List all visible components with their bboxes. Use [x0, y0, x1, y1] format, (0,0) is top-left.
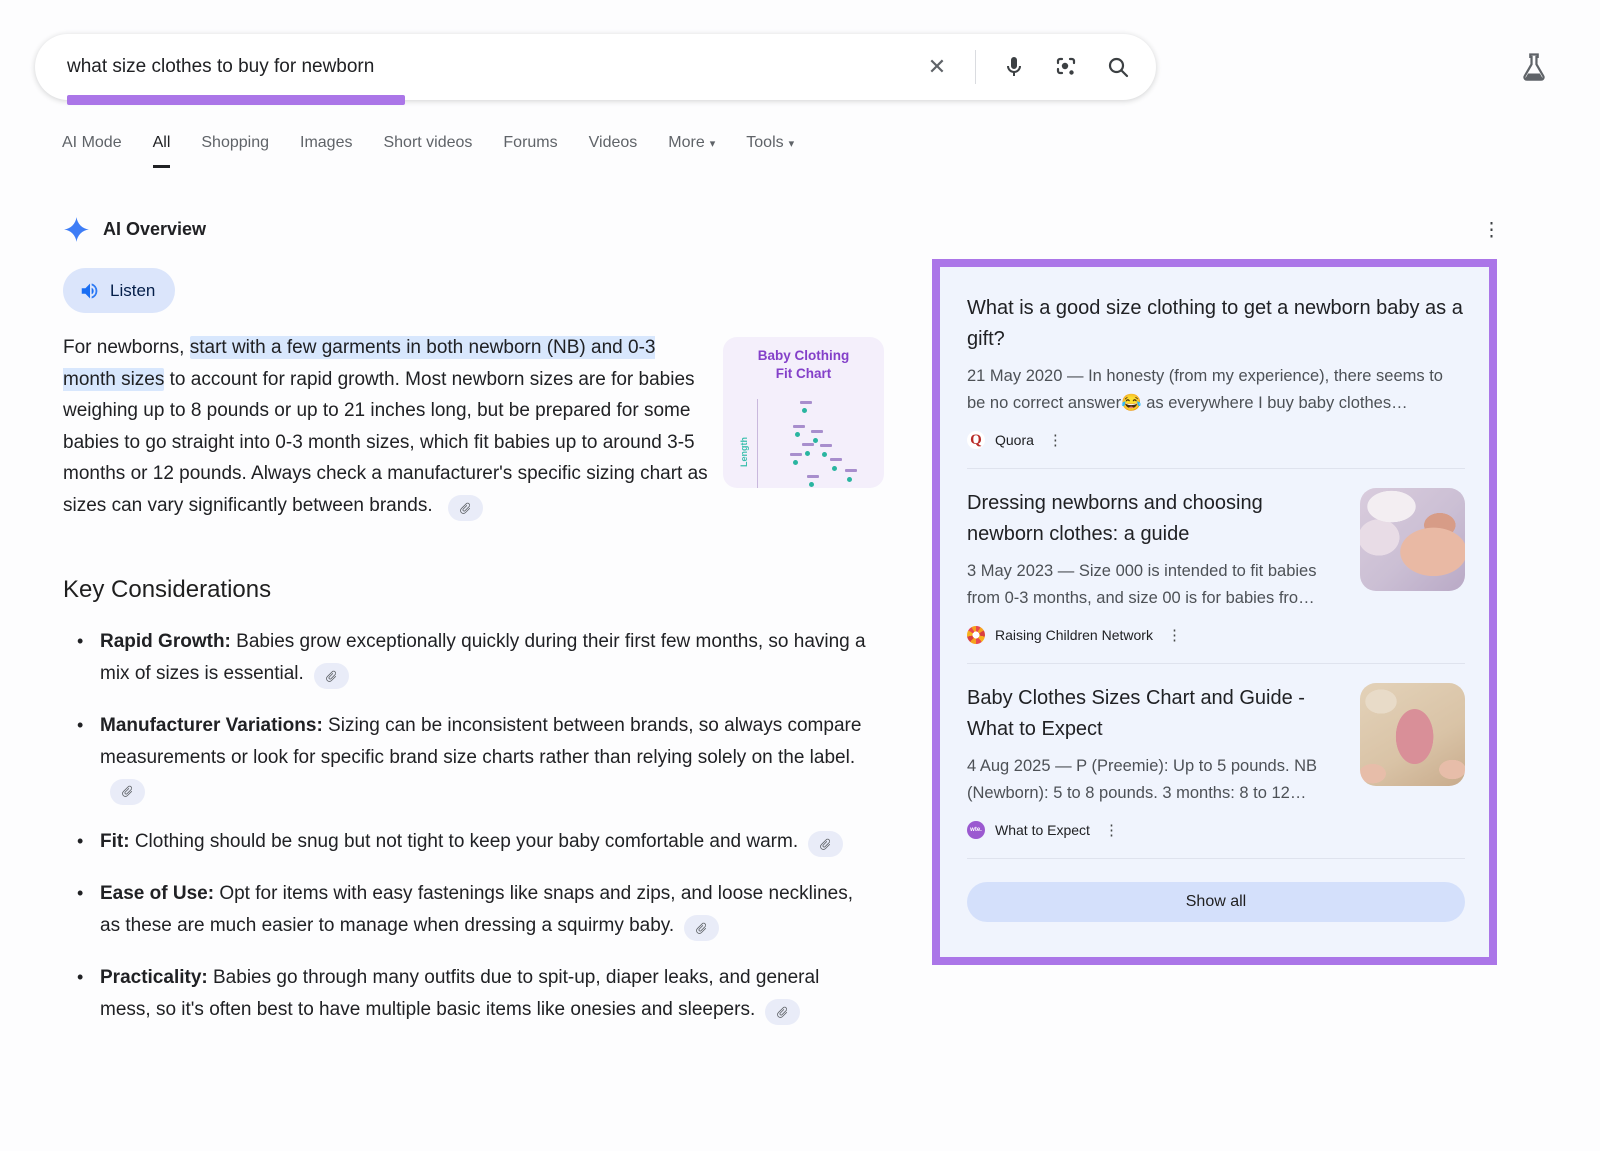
listen-label: Listen [110, 281, 155, 301]
source-card-title[interactable]: Dressing newborns and choosing newborn c… [967, 488, 1342, 550]
quora-favicon: Q [967, 431, 985, 449]
search-submit-button[interactable] [1104, 53, 1132, 81]
tab-short-videos[interactable]: Short videos [383, 134, 472, 165]
source-card-raising-children: Dressing newborns and choosing newborn c… [967, 488, 1465, 644]
fit-chart-y-label: Length [739, 437, 749, 467]
article-thumbnail[interactable] [1360, 488, 1465, 591]
search-input[interactable] [67, 56, 923, 78]
tab-ai-mode[interactable]: AI Mode [62, 134, 122, 165]
flask-icon [1519, 52, 1549, 84]
chevron-down-icon: ▾ [710, 137, 716, 150]
citation-chip[interactable] [314, 663, 349, 689]
source-card-snippet: 4 Aug 2025 — P (Preemie): Up to 5 pounds… [967, 753, 1342, 806]
source-card-what-to-expect: Baby Clothes Sizes Chart and Guide - Wha… [967, 683, 1465, 839]
ai-overview-paragraph: For newborns, start with a few garments … [63, 332, 713, 521]
citation-chip[interactable] [448, 495, 483, 521]
card-divider [967, 468, 1465, 469]
list-item-rapid-growth: •Rapid Growth: Babies grow exceptionally… [63, 626, 873, 689]
source-name: Quora [995, 432, 1034, 448]
results-tab-bar: AI Mode All Shopping Images Short videos… [62, 134, 794, 168]
source-menu-button[interactable]: ⋮ [1163, 628, 1186, 643]
fit-chart-plot: Length [757, 395, 876, 488]
list-item-practicality: •Practicality: Babies go through many ou… [63, 962, 873, 1025]
source-menu-button[interactable]: ⋮ [1044, 433, 1067, 448]
query-annotation-underline [67, 95, 405, 105]
paperclip-icon [322, 667, 340, 685]
card-divider [967, 663, 1465, 664]
paperclip-icon [692, 919, 710, 937]
paperclip-icon [774, 1003, 792, 1021]
ai-sparkle-icon [63, 216, 90, 243]
source-menu-button[interactable]: ⋮ [1100, 823, 1123, 838]
raising-children-favicon [967, 626, 985, 644]
tab-all[interactable]: All [153, 134, 171, 168]
citation-chip[interactable] [765, 999, 800, 1025]
lens-search-button[interactable] [1052, 53, 1080, 81]
bullet-icon: • [77, 878, 83, 910]
list-item-fit: •Fit: Clothing should be snug but not ti… [63, 826, 873, 858]
ai-overview-header: AI Overview [63, 216, 206, 243]
bullet-icon: • [77, 826, 83, 858]
clear-search-button[interactable]: ✕ [923, 53, 951, 81]
search-icon [1106, 55, 1130, 79]
article-thumbnail[interactable] [1360, 683, 1465, 786]
source-name: What to Expect [995, 822, 1090, 838]
ai-overview-title: AI Overview [103, 219, 206, 240]
source-card-quora: What is a good size clothing to get a ne… [967, 293, 1465, 449]
key-considerations-list: •Rapid Growth: Babies grow exceptionally… [63, 626, 873, 1046]
voice-search-button[interactable] [1000, 53, 1028, 81]
tab-shopping[interactable]: Shopping [201, 134, 269, 165]
bullet-icon: • [77, 626, 83, 658]
ai-overview-menu-button[interactable]: ⋮ [1474, 218, 1509, 245]
microphone-icon [1002, 55, 1026, 79]
speaker-icon [79, 280, 101, 302]
citation-chip[interactable] [684, 915, 719, 941]
close-icon: ✕ [928, 56, 946, 78]
bullet-icon: • [77, 962, 83, 994]
paragraph-prefix: For newborns, [63, 337, 190, 358]
paperclip-icon [456, 499, 474, 517]
search-bar-divider [975, 50, 976, 84]
tab-forums[interactable]: Forums [503, 134, 557, 165]
tab-more[interactable]: More ▾ [668, 134, 715, 165]
chevron-down-icon: ▾ [789, 137, 795, 150]
source-card-snippet: 21 May 2020 — In honesty (from my experi… [967, 363, 1465, 416]
card-divider [967, 858, 1465, 859]
listen-button[interactable]: Listen [63, 268, 175, 313]
paperclip-icon [816, 835, 834, 853]
tab-tools[interactable]: Tools ▾ [746, 134, 794, 165]
list-item-manufacturer-variations: •Manufacturer Variations: Sizing can be … [63, 710, 873, 805]
what-to-expect-favicon: wte. [967, 821, 985, 839]
fit-chart-y-axis [757, 399, 758, 488]
source-card-title[interactable]: What is a good size clothing to get a ne… [967, 293, 1465, 355]
show-all-button[interactable]: Show all [967, 882, 1465, 922]
bullet-icon: • [77, 710, 83, 742]
citation-chip[interactable] [110, 779, 145, 805]
search-bar: ✕ [35, 34, 1156, 100]
sources-panel: What is a good size clothing to get a ne… [932, 259, 1497, 965]
tab-images[interactable]: Images [300, 134, 352, 165]
section-heading: Key Considerations [63, 576, 271, 604]
citation-chip[interactable] [808, 831, 843, 857]
source-card-title[interactable]: Baby Clothes Sizes Chart and Guide - Wha… [967, 683, 1342, 745]
paperclip-icon [118, 782, 136, 800]
google-lens-icon [1054, 55, 1078, 79]
source-card-snippet: 3 May 2023 — Size 000 is intended to fit… [967, 558, 1342, 611]
fit-chart-title: Baby Clothing Fit Chart [723, 347, 884, 383]
source-name: Raising Children Network [995, 627, 1153, 643]
list-item-ease-of-use: •Ease of Use: Opt for items with easy fa… [63, 878, 873, 941]
fit-chart-thumbnail[interactable]: Baby Clothing Fit Chart Length [723, 337, 884, 488]
tab-videos[interactable]: Videos [589, 134, 638, 165]
search-labs-button[interactable] [1519, 52, 1549, 84]
